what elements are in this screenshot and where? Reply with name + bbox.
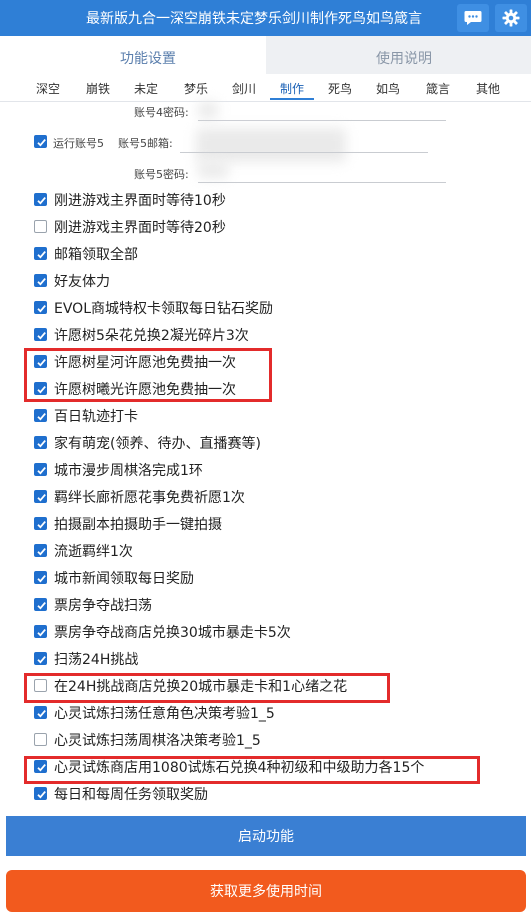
get-more-time-button[interactable]: 获取更多使用时间 [6, 870, 526, 912]
option-label: 刚进游戏主界面时等待10秒 [54, 193, 226, 209]
chat-bubble-icon [464, 10, 482, 26]
subtab-runiao[interactable]: 如鸟 [366, 80, 410, 97]
option-checkbox[interactable] [34, 247, 47, 260]
option-checkbox[interactable] [34, 328, 47, 341]
option-label: 许愿树5朵花兑换2凝光碎片3次 [54, 328, 249, 344]
option-checkbox[interactable] [34, 517, 47, 530]
run-acc5-label: 运行账号5 [53, 137, 104, 150]
settings-button[interactable] [495, 4, 527, 32]
option-checkbox[interactable] [34, 571, 47, 584]
option-checkbox[interactable] [34, 274, 47, 287]
option-checkbox[interactable] [34, 463, 47, 476]
subtab-jianchuan[interactable]: 剑川 [222, 80, 266, 97]
option-checkbox[interactable] [34, 544, 47, 557]
title-bar: 最新版九合一深空崩铁未定梦乐剑川制作死鸟如鸟箴言 [0, 0, 531, 36]
subtab-weiding[interactable]: 未定 [124, 80, 168, 97]
subtab-zhizuo[interactable]: 制作 [270, 80, 314, 97]
option-label: 流逝羁绊1次 [54, 544, 133, 560]
chat-button[interactable] [457, 4, 489, 32]
option-checkbox[interactable] [34, 733, 47, 746]
option-checkbox[interactable] [34, 409, 47, 422]
option-checkbox[interactable] [34, 787, 47, 800]
option-label: 刚进游戏主界面时等待20秒 [54, 220, 226, 236]
acc5-password-label: 账号5密码: [134, 168, 189, 181]
acc4-password-field[interactable] [198, 120, 446, 121]
gear-icon [502, 9, 520, 27]
app-title: 最新版九合一深空崩铁未定梦乐剑川制作死鸟如鸟箴言 [86, 11, 422, 27]
acc5-password-value-redacted [198, 162, 228, 178]
option-label: 票房争夺战商店兑换30城市暴走卡5次 [54, 625, 291, 641]
subtab-siniao[interactable]: 死鸟 [318, 80, 362, 97]
acc4-password-label: 账号4密码: [134, 106, 189, 119]
option-label: EVOL商城特权卡领取每日钻石奖励 [54, 301, 273, 317]
subtab-mengle[interactable]: 梦乐 [174, 80, 218, 97]
acc5-password-field[interactable] [198, 182, 446, 183]
subtab-shenkong[interactable]: 深空 [26, 80, 70, 97]
option-label: 城市漫步周棋洛完成1环 [54, 463, 203, 479]
option-checkbox[interactable] [34, 625, 47, 638]
option-checkbox[interactable] [34, 706, 47, 719]
highlight-box [24, 673, 390, 703]
option-label: 心灵试炼扫荡周棋洛决策考验1_5 [54, 733, 261, 749]
tab-usage-guide[interactable]: 使用说明 [344, 48, 464, 68]
run-acc5-checkbox[interactable] [34, 135, 47, 148]
acc5-email-value-redacted [196, 128, 346, 162]
option-checkbox[interactable] [34, 220, 47, 233]
subtab-zhenyan[interactable]: 箴言 [416, 80, 460, 97]
start-function-button[interactable]: 启动功能 [6, 816, 526, 856]
option-checkbox[interactable] [34, 652, 47, 665]
acc5-email-label: 账号5邮箱: [118, 137, 173, 150]
option-label: 羁绊长廊祈愿花事免费祈愿1次 [54, 490, 245, 506]
option-label: 每日和每周任务领取奖励 [54, 787, 208, 803]
acc5-email-field[interactable] [180, 152, 428, 153]
option-checkbox[interactable] [34, 301, 47, 314]
subtab-qita[interactable]: 其他 [466, 80, 510, 97]
option-label: 心灵试炼扫荡任意角色决策考验1_5 [54, 706, 275, 722]
option-label: 城市新闻领取每日奖励 [54, 571, 194, 587]
option-label: 拍摄副本拍摄助手一键拍摄 [54, 517, 222, 533]
option-label: 扫荡24H挑战 [54, 652, 139, 668]
subtab-bengtie[interactable]: 崩铁 [76, 80, 120, 97]
option-checkbox[interactable] [34, 490, 47, 503]
option-checkbox[interactable] [34, 598, 47, 611]
option-label: 家有萌宠(领养、待办、直播赛等) [54, 436, 261, 452]
tabs-divider [0, 101, 531, 102]
acc4-password-value-redacted [198, 102, 218, 118]
option-label: 票房争夺战扫荡 [54, 598, 152, 614]
option-label: 邮箱领取全部 [54, 247, 138, 263]
option-label: 百日轨迹打卡 [54, 409, 138, 425]
option-checkbox[interactable] [34, 193, 47, 206]
option-checkbox[interactable] [34, 436, 47, 449]
highlight-box [24, 756, 480, 784]
active-subtab-underline [270, 98, 314, 100]
highlight-box [24, 348, 272, 402]
option-label: 好友体力 [54, 274, 110, 290]
tab-function-settings[interactable]: 功能设置 [88, 48, 208, 68]
